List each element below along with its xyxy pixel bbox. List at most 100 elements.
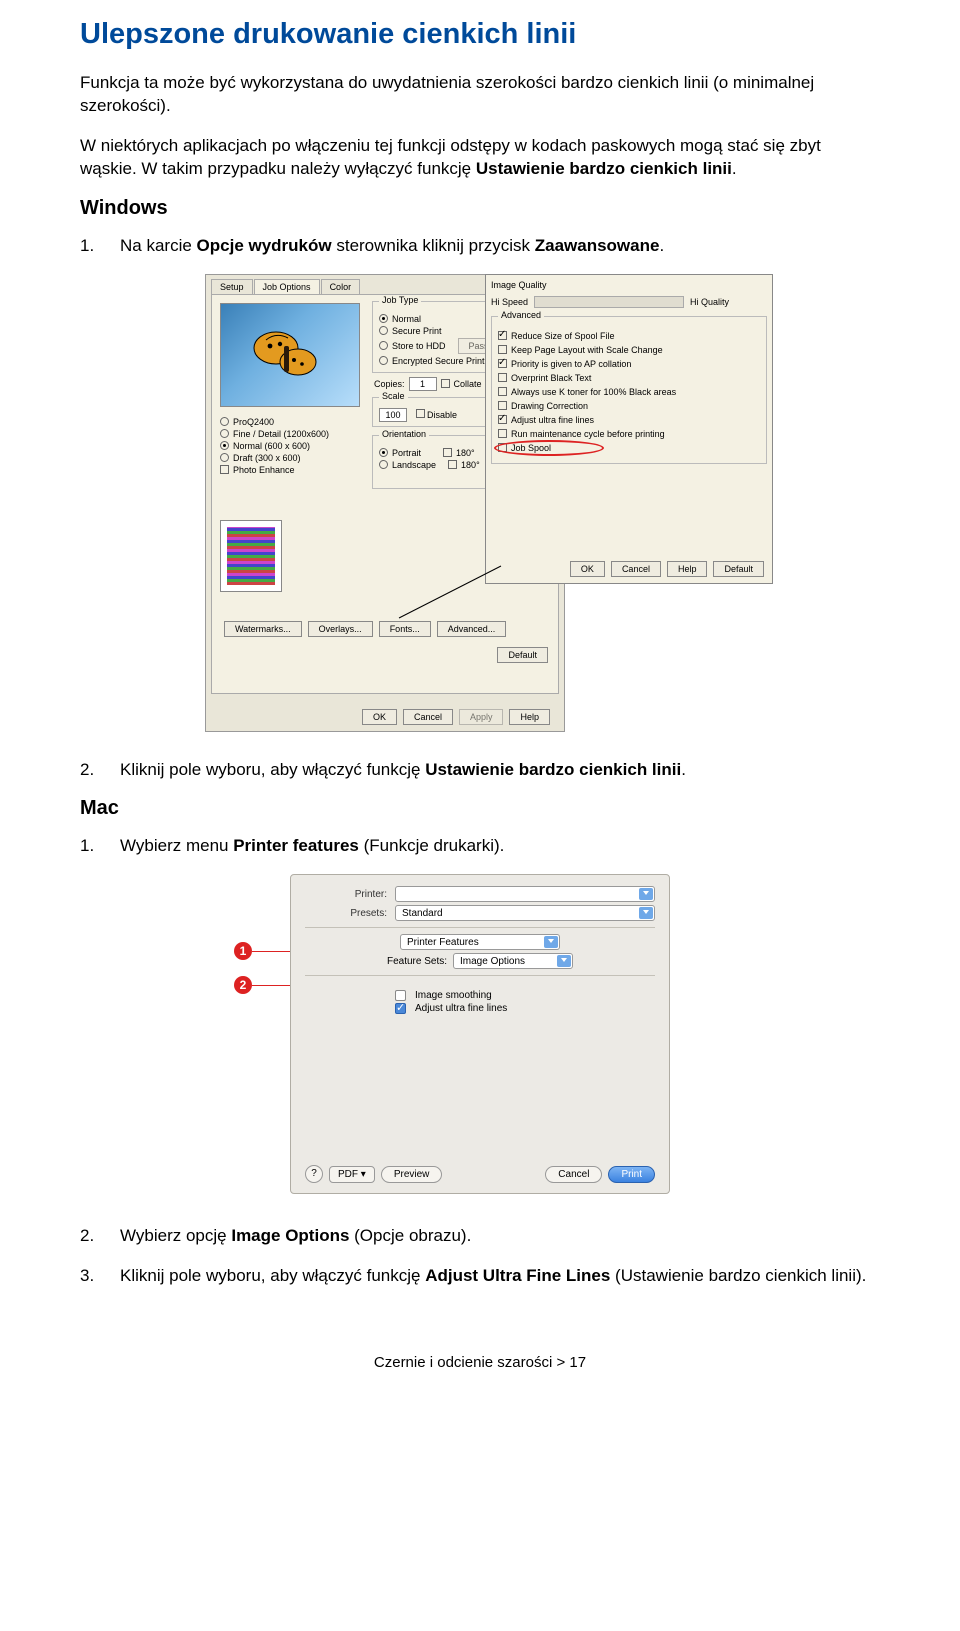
maintenance-cycle-checkbox[interactable]: Run maintenance cycle before printing: [498, 429, 760, 439]
popover-title: Image Quality: [491, 280, 547, 290]
page-title: Ulepszone drukowanie cienkich linii: [80, 18, 880, 51]
mac-print-dialog: Printer: Presets: Standard Printer Featu…: [290, 874, 670, 1194]
step-bold: Image Options: [231, 1226, 349, 1245]
default-button[interactable]: Default: [497, 647, 548, 663]
step-bold: Printer features: [233, 836, 359, 855]
apply-button[interactable]: Apply: [459, 709, 504, 725]
label: Always use K toner for 100% Black areas: [511, 387, 676, 397]
label: Photo Enhance: [233, 465, 295, 475]
label: Adjust ultra fine lines: [415, 1003, 507, 1014]
popover-default-button[interactable]: Default: [713, 561, 764, 577]
presets-select[interactable]: Standard: [395, 905, 655, 921]
step-number: 1.: [80, 234, 120, 258]
step-text: Kliknij pole wyboru, aby włączyć funkcję: [120, 1266, 425, 1285]
presets-label: Presets:: [305, 908, 395, 919]
label: Adjust ultra fine lines: [511, 415, 594, 425]
step-text: Wybierz opcję: [120, 1226, 231, 1245]
step-text: .: [659, 236, 664, 255]
step-bold: Adjust Ultra Fine Lines: [425, 1266, 610, 1285]
print-button[interactable]: Print: [608, 1166, 655, 1183]
disable-checkbox[interactable]: [416, 409, 425, 418]
mac-heading: Mac: [80, 797, 880, 820]
label: 180°: [461, 460, 480, 470]
adjust-ultra-fine-mac-checkbox[interactable]: Adjust ultra fine lines: [395, 1003, 655, 1014]
copies-spinner[interactable]: 1: [409, 377, 437, 391]
ok-button[interactable]: OK: [362, 709, 397, 725]
label: Secure Print: [392, 326, 442, 336]
overlays-button[interactable]: Overlays...: [308, 621, 373, 637]
watermarks-button[interactable]: Watermarks...: [224, 621, 302, 637]
cancel-button[interactable]: Cancel: [403, 709, 453, 725]
menu-select[interactable]: Printer Features: [400, 934, 560, 950]
overprint-black-checkbox[interactable]: Overprint Black Text: [498, 373, 760, 383]
group-title: Orientation: [379, 429, 429, 439]
tab-color[interactable]: Color: [321, 279, 361, 294]
windows-step-2: 2. Kliknij pole wyboru, aby włączyć funk…: [80, 758, 880, 782]
advanced-button[interactable]: Advanced...: [437, 621, 507, 637]
windows-heading: Windows: [80, 197, 880, 220]
select-value: Standard: [402, 908, 443, 919]
k-toner-checkbox[interactable]: Always use K toner for 100% Black areas: [498, 387, 760, 397]
quality-slider[interactable]: [534, 296, 684, 308]
keep-layout-checkbox[interactable]: Keep Page Layout with Scale Change: [498, 345, 760, 355]
copies-label: Copies:: [374, 379, 405, 389]
label: Job Spool: [511, 443, 551, 453]
preview-button[interactable]: Preview: [381, 1166, 443, 1183]
printer-label: Printer:: [305, 889, 395, 900]
featureset-select[interactable]: Image Options: [453, 953, 573, 969]
quality-fine[interactable]: Fine / Detail (1200x600): [220, 429, 360, 439]
windows-step-1: 1. Na karcie Opcje wydruków sterownika k…: [80, 234, 880, 258]
hi-speed-label: Hi Speed: [491, 297, 528, 307]
intro2-tail: .: [732, 159, 737, 178]
pdf-button[interactable]: PDF ▾: [329, 1166, 375, 1183]
mac-step-2: 2. Wybierz opcję Image Options (Opcje ob…: [80, 1224, 880, 1248]
drawing-correction-checkbox[interactable]: Drawing Correction: [498, 401, 760, 411]
help-button[interactable]: Help: [509, 709, 550, 725]
quality-draft[interactable]: Draft (300 x 600): [220, 453, 360, 463]
tab-setup[interactable]: Setup: [211, 279, 253, 294]
adjust-ultra-fine-checkbox[interactable]: Adjust ultra fine lines: [498, 415, 760, 425]
thumbnail-preview: [220, 520, 282, 592]
label: Run maintenance cycle before printing: [511, 429, 665, 439]
chevron-down-icon: [639, 888, 653, 900]
landscape-180-checkbox[interactable]: [448, 460, 457, 469]
chevron-down-icon: [544, 936, 558, 948]
job-spool-checkbox[interactable]: Job Spool: [498, 443, 760, 453]
quality-normal[interactable]: Normal (600 x 600): [220, 441, 360, 451]
image-smoothing-checkbox[interactable]: Image smoothing: [395, 990, 655, 1001]
quality-photo-enhance[interactable]: Photo Enhance: [220, 465, 360, 475]
featureset-label: Feature Sets:: [387, 956, 447, 967]
group-title: Scale: [379, 391, 408, 401]
label: Normal: [392, 314, 421, 324]
label: Portrait: [392, 448, 421, 458]
help-button[interactable]: ?: [305, 1165, 323, 1183]
label: Draft (300 x 600): [233, 453, 301, 463]
label: Keep Page Layout with Scale Change: [511, 345, 663, 355]
hi-quality-label: Hi Quality: [690, 297, 729, 307]
intro-paragraph-2: W niektórych aplikacjach po włączeniu te…: [80, 134, 880, 181]
scale-spinner[interactable]: 100: [379, 408, 407, 422]
step-text: (Funkcje drukarki).: [359, 836, 504, 855]
step-text: sterownika kliknij przycisk: [332, 236, 535, 255]
callout-2: 2: [234, 976, 252, 994]
collate-checkbox[interactable]: [441, 379, 450, 388]
advanced-popover: Image Quality Hi Speed Hi Quality Advanc…: [485, 274, 773, 584]
cancel-button[interactable]: Cancel: [545, 1166, 602, 1183]
step-text: (Opcje obrazu).: [349, 1226, 471, 1245]
step-bold: Opcje wydruków: [197, 236, 332, 255]
quality-proq[interactable]: ProQ2400: [220, 417, 360, 427]
label: Image smoothing: [415, 990, 492, 1001]
portrait-180-checkbox[interactable]: [443, 448, 452, 457]
fonts-button[interactable]: Fonts...: [379, 621, 431, 637]
popover-ok-button[interactable]: OK: [570, 561, 605, 577]
printer-select[interactable]: [395, 886, 655, 902]
chevron-down-icon: [639, 907, 653, 919]
popover-cancel-button[interactable]: Cancel: [611, 561, 661, 577]
chevron-down-icon: [557, 955, 571, 967]
reduce-spool-checkbox[interactable]: Reduce Size of Spool File: [498, 331, 760, 341]
tab-job-options[interactable]: Job Options: [254, 279, 320, 294]
popover-help-button[interactable]: Help: [667, 561, 708, 577]
select-value: Printer Features: [407, 937, 479, 948]
disable-label: Disable: [427, 410, 457, 420]
priority-collation-checkbox[interactable]: Priority is given to AP collation: [498, 359, 760, 369]
